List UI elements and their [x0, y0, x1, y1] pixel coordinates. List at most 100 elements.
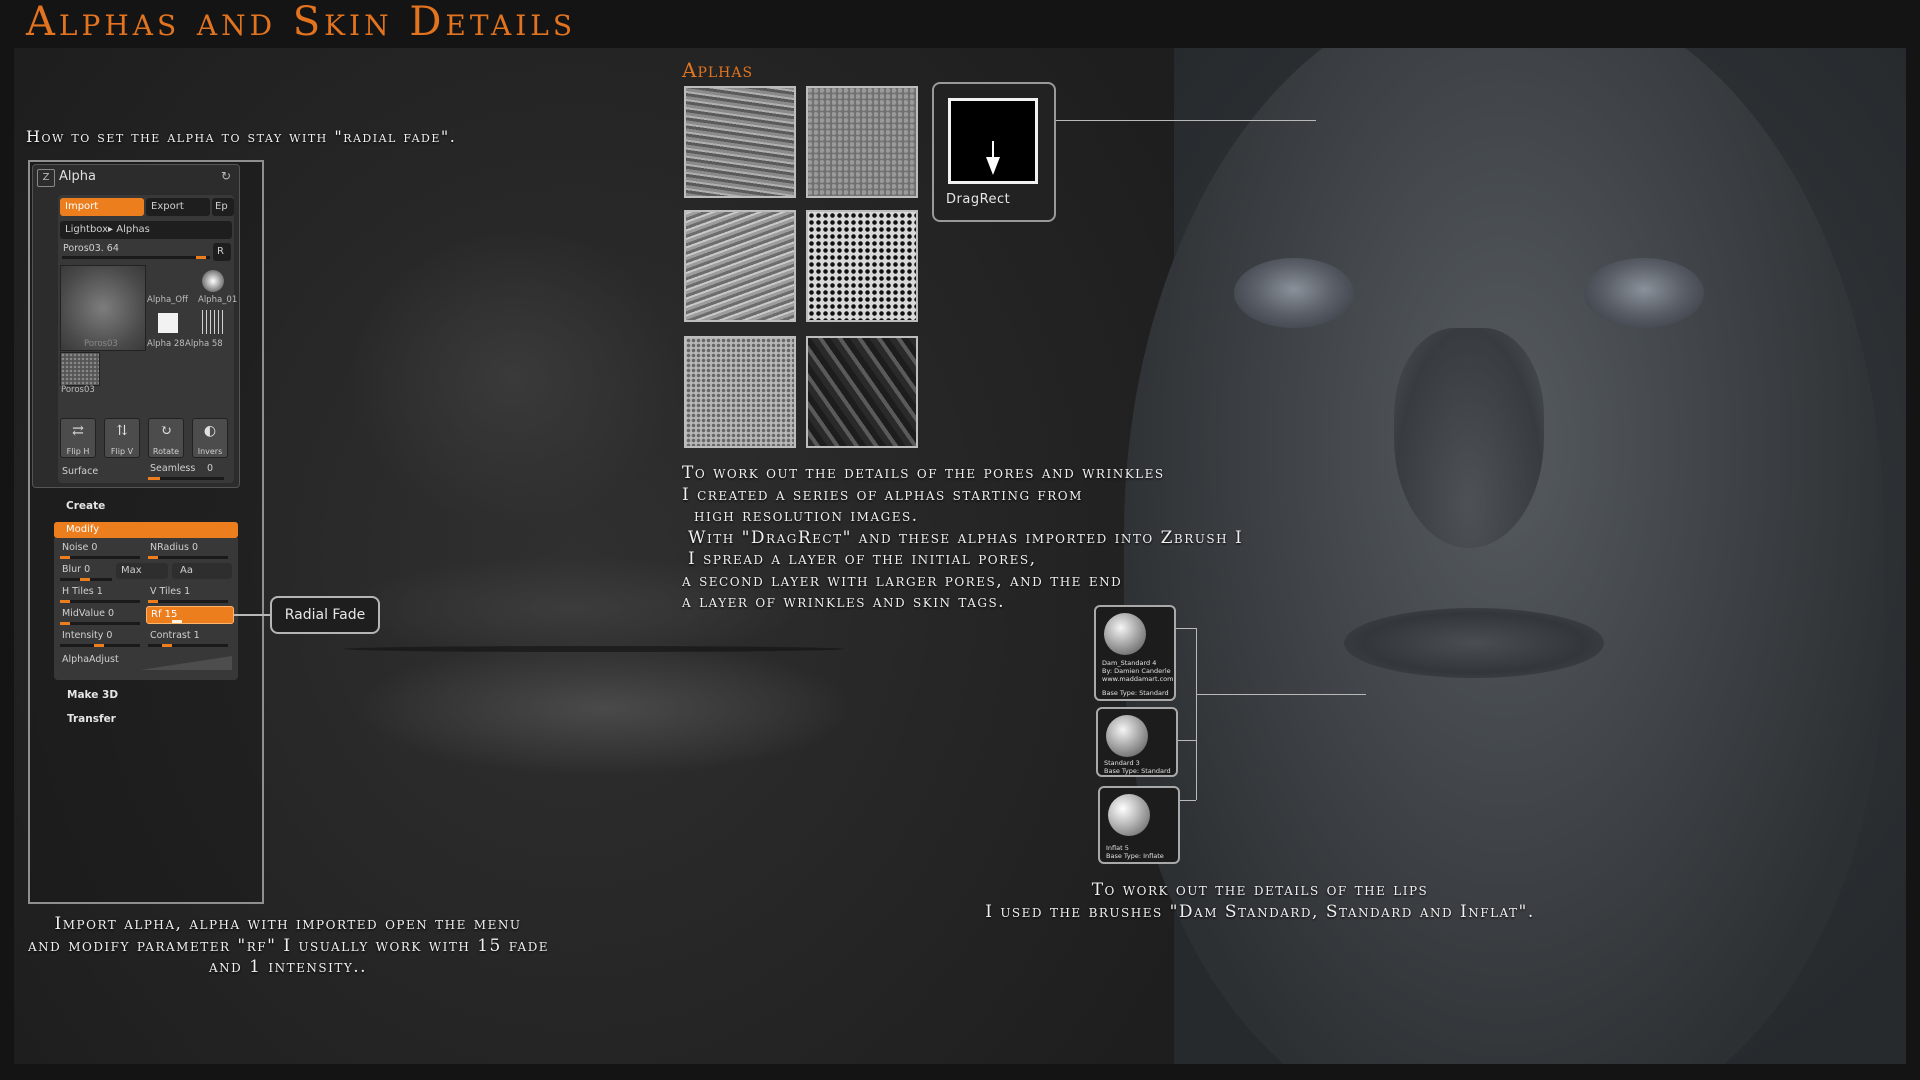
brush-base-type: Base Type: Standard [1102, 689, 1169, 697]
alpha-28-thumbnail[interactable] [158, 313, 178, 333]
rotate-button[interactable]: ↻ Rotate [148, 418, 184, 458]
nradius-track[interactable] [148, 556, 228, 559]
blur-slider[interactable]: Blur 0 [62, 564, 90, 575]
import-button[interactable]: Import [60, 198, 144, 216]
transfer-menu[interactable]: Transfer [67, 713, 116, 725]
reset-button[interactable]: R [213, 243, 231, 261]
intensity-knob[interactable] [94, 644, 104, 647]
lightbox-alphas-button[interactable]: Lightbox▸ Alphas [60, 221, 232, 239]
contrast-knob[interactable] [162, 644, 172, 647]
brush-author: By: Damien Canderle [1102, 667, 1171, 675]
brush-preview-icon [1108, 794, 1150, 836]
contrast-slider[interactable]: Contrast 1 [150, 630, 200, 641]
right-eye [1584, 258, 1704, 328]
alpha-texture-tile [806, 210, 918, 322]
intensity-slider[interactable]: Intensity 0 [62, 630, 112, 641]
htiles-slider[interactable]: H Tiles 1 [62, 586, 103, 597]
blur-knob[interactable] [80, 578, 90, 581]
alpha-off-label[interactable]: Alpha_Off [147, 295, 188, 305]
pores-line: high resolution images. [694, 506, 919, 526]
brush-preview-icon [1104, 613, 1146, 655]
brush-name: Standard 3 [1104, 759, 1140, 767]
brush-bracket [1196, 628, 1197, 800]
flip-h-icon: ⇄ [72, 423, 84, 439]
alpha-texture-tile [684, 210, 796, 322]
alpha-palette-title: Alpha [59, 169, 96, 184]
midvalue-track[interactable] [60, 622, 140, 625]
lip-seam [344, 646, 844, 652]
import-steps-caption: Import alpha, alpha with imported open t… [28, 914, 548, 979]
alpha-texture-tile [806, 86, 918, 198]
htiles-track[interactable] [60, 600, 140, 603]
htiles-knob[interactable] [60, 600, 70, 603]
midvalue-slider[interactable]: MidValue 0 [62, 608, 114, 619]
mouth-render [1344, 608, 1604, 678]
pores-line: With "DragRect" and these alphas importe… [688, 527, 1244, 548]
nradius-slider[interactable]: NRadius 0 [150, 542, 198, 553]
invers-button[interactable]: ◐ Invers [192, 418, 228, 458]
brush-site: www.maddamart.com [1102, 675, 1174, 683]
pores-line: I created a series of alphas starting fr… [682, 484, 1083, 505]
surface-button[interactable]: Surface [62, 466, 98, 477]
brush-name: Dam_Standard 4 [1102, 659, 1157, 667]
refresh-icon[interactable]: ↻ [221, 169, 231, 183]
alpha-01-thumbnail[interactable] [202, 270, 224, 292]
alpha-slider-knob[interactable] [196, 256, 206, 259]
callout-connector [234, 614, 270, 616]
ep-button[interactable]: Ep [212, 198, 234, 216]
noise-track[interactable] [60, 556, 140, 559]
zbrush-logo-icon: Z [37, 169, 55, 187]
alpha-texture-tile [684, 86, 796, 198]
export-button[interactable]: Export [146, 198, 210, 216]
flip-v-icon: ⇅ [116, 423, 128, 439]
down-arrow-icon [986, 141, 1000, 175]
import-steps-line: Import alpha, alpha with imported open t… [54, 914, 522, 934]
noise-slider[interactable]: Noise 0 [62, 542, 97, 553]
pores-line: To work out the details of the pores and… [682, 463, 1165, 483]
noise-knob[interactable] [60, 556, 70, 559]
alpha-28-label[interactable]: Alpha 28 [147, 339, 185, 349]
page-title: Alphas and Skin Details [26, 0, 577, 45]
current-alpha-label: Poros03. 64 [63, 243, 119, 254]
make-3d-menu[interactable]: Make 3D [67, 689, 118, 701]
max-button[interactable]: Max [116, 563, 168, 579]
radial-fade-callout: Radial Fade [270, 596, 380, 634]
brush-name: Inflat 5 [1106, 844, 1129, 852]
brush-bracket [1180, 800, 1196, 801]
rf-knob[interactable] [172, 620, 182, 623]
dam-standard-brush-card: Dam_Standard 4 By: Damien Canderle www.m… [1094, 605, 1176, 701]
poros03-small-thumbnail[interactable] [60, 352, 100, 386]
rf-slider[interactable]: Rf 15 [146, 606, 234, 624]
seamless-slider-knob[interactable] [148, 477, 160, 480]
pores-line: I spread a layer of the initial pores, [688, 549, 1037, 569]
alpha-58-thumbnail[interactable] [202, 310, 224, 334]
midvalue-knob[interactable] [60, 622, 70, 625]
brush-to-lips-connector [1196, 694, 1366, 695]
pores-line: a second layer with larger pores, and th… [682, 570, 1123, 591]
dragrect-label: DragRect [946, 192, 1011, 207]
pores-process-caption: To work out the details of the pores and… [682, 463, 1244, 614]
dragrect-preview [948, 98, 1038, 184]
vtiles-slider[interactable]: V Tiles 1 [150, 586, 190, 597]
current-alpha-caption: Poros03 [84, 339, 118, 349]
alpha-58-label[interactable]: Alpha 58 [185, 339, 223, 349]
contrast-track[interactable] [148, 644, 228, 647]
radial-fade-howto-caption: How to set the alpha to stay with "radia… [26, 127, 457, 146]
alpha-texture-tile [684, 336, 796, 448]
brush-bracket [1176, 628, 1196, 629]
brush-bracket [1178, 740, 1196, 741]
flip-v-button[interactable]: ⇅ Flip V [104, 418, 140, 458]
modify-menu[interactable]: Modify [54, 522, 238, 538]
vtiles-track[interactable] [148, 600, 228, 603]
alpha-slider-track[interactable] [62, 256, 210, 259]
import-steps-line: and 1 intensity.. [208, 957, 368, 977]
vtiles-knob[interactable] [148, 600, 158, 603]
alpha-adjust-curve-graph[interactable] [60, 652, 232, 670]
alpha-palette-header: Z Alpha ↻ [33, 165, 239, 189]
alpha-01-label[interactable]: Alpha_01 [198, 295, 237, 305]
aa-button[interactable]: Aa [172, 563, 232, 579]
create-menu[interactable]: Create [66, 500, 105, 512]
lips-line: To work out the details of the lips [1091, 880, 1429, 900]
nradius-knob[interactable] [148, 556, 158, 559]
flip-h-button[interactable]: ⇄ Flip H [60, 418, 96, 458]
